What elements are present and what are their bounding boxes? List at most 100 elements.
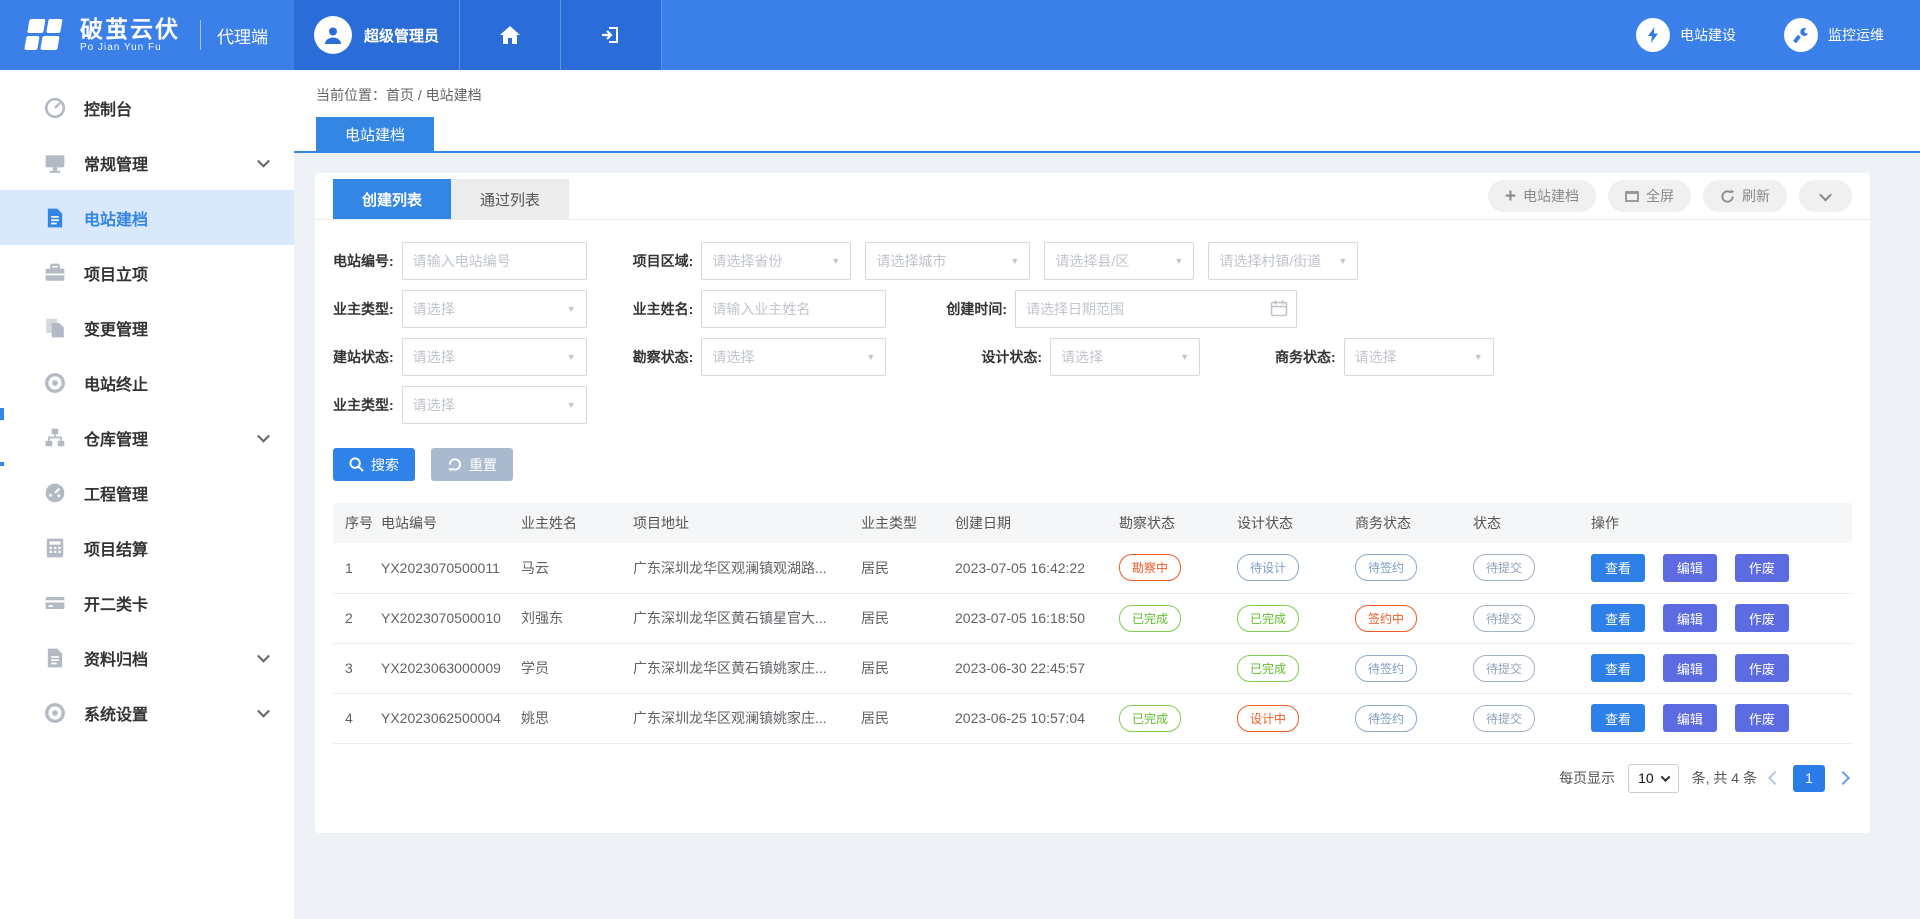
table-row: 3 YX2023063000009 学员 广东深圳龙华区黄石镇姚家庄... 居民…	[333, 643, 1852, 693]
home-button[interactable]	[460, 0, 561, 70]
plus-icon: +	[1505, 187, 1516, 206]
scroll-indicator	[0, 462, 4, 466]
sidebar-item-change-mgmt[interactable]: 变更管理	[0, 300, 294, 355]
tab-passed-list[interactable]: 通过列表	[451, 179, 569, 219]
caret-down-icon: ▼	[1180, 352, 1189, 362]
view-button[interactable]: 查看	[1591, 654, 1645, 682]
owner-type2-select[interactable]: 请选择▼	[402, 386, 587, 424]
edit-button[interactable]: 编辑	[1663, 554, 1717, 582]
status-badge: 待签约	[1355, 655, 1417, 682]
caret-down-icon: ▼	[831, 256, 840, 266]
status-badge: 待提交	[1473, 554, 1535, 581]
edit-button[interactable]: 编辑	[1663, 604, 1717, 632]
build-status-select[interactable]: 请选择▼	[402, 338, 587, 376]
card-icon	[44, 592, 66, 614]
page-1-button[interactable]: 1	[1793, 765, 1825, 792]
collapse-toolbar-button[interactable]	[1799, 180, 1852, 212]
sidebar-item-general[interactable]: 常规管理	[0, 135, 294, 190]
owner-name-input[interactable]	[701, 290, 886, 328]
city-select[interactable]: 请选择城市▼	[865, 242, 1030, 280]
county-select[interactable]: 请选择县/区▼	[1044, 242, 1194, 280]
view-button[interactable]: 查看	[1591, 554, 1645, 582]
filter-label: 创建时间:	[946, 299, 1007, 319]
filter-label: 项目区域:	[633, 251, 694, 271]
search-button[interactable]: 搜索	[333, 448, 415, 481]
business-status-select[interactable]: 请选择▼	[1344, 338, 1494, 376]
sidebar-item-system-settings[interactable]: 系统设置	[0, 685, 294, 740]
sidebar-item-card[interactable]: 开二类卡	[0, 575, 294, 630]
user-menu[interactable]: 超级管理员	[294, 0, 460, 70]
top-bar: 破茧云伏 Po Jian Yun Fu 代理端 超级管理员	[0, 0, 1920, 70]
edit-button[interactable]: 编辑	[1663, 704, 1717, 732]
nav-monitor-ops[interactable]: 监控运维	[1784, 18, 1884, 52]
edit-button[interactable]: 编辑	[1663, 654, 1717, 682]
reset-button[interactable]: 重置	[431, 448, 513, 481]
logout-icon	[600, 25, 622, 45]
chevron-down-icon	[257, 649, 270, 662]
create-time-range-input[interactable]	[1015, 290, 1297, 328]
logout-button[interactable]	[561, 0, 662, 70]
sidebar-item-warehouse[interactable]: 仓库管理	[0, 410, 294, 465]
sidebar-item-project-initiation[interactable]: 项目立项	[0, 245, 294, 300]
survey-status-select[interactable]: 请选择▼	[701, 338, 886, 376]
town-select[interactable]: 请选择村镇/街道▼	[1208, 242, 1358, 280]
view-button[interactable]: 查看	[1591, 604, 1645, 632]
prev-page-button[interactable]	[1768, 771, 1782, 785]
nav-label: 监控运维	[1828, 25, 1884, 45]
status-badge: 已完成	[1119, 705, 1181, 732]
nav-station-build[interactable]: 电站建设	[1636, 18, 1736, 52]
chevron-down-icon	[257, 429, 270, 442]
list-card: 创建列表 通过列表 + 电站建档 全屏	[315, 173, 1870, 833]
status-badge: 待提交	[1473, 605, 1535, 632]
next-page-button[interactable]	[1836, 771, 1850, 785]
monitor-icon	[44, 152, 66, 174]
brand: 破茧云伏 Po Jian Yun Fu 代理端	[0, 0, 294, 70]
gauge-icon	[44, 482, 66, 504]
sidebar-item-console[interactable]: 控制台	[0, 80, 294, 135]
void-button[interactable]: 作废	[1735, 604, 1789, 632]
sidebar-item-station-archive[interactable]: 电站建档	[0, 190, 294, 245]
status-badge: 已完成	[1237, 655, 1299, 682]
reset-icon	[447, 457, 462, 472]
fullscreen-button[interactable]: 全屏	[1608, 180, 1691, 212]
table-row: 1 YX2023070500011 马云 广东深圳龙华区观澜镇观湖路... 居民…	[333, 543, 1852, 593]
lightning-icon	[1644, 26, 1662, 44]
sidebar-item-station-terminate[interactable]: 电站终止	[0, 355, 294, 410]
void-button[interactable]: 作废	[1735, 554, 1789, 582]
wrench-icon	[1792, 26, 1810, 44]
per-page-label: 每页显示	[1559, 768, 1615, 788]
add-station-button[interactable]: + 电站建档	[1488, 180, 1596, 212]
sidebar-item-data-archive[interactable]: 资料归档	[0, 630, 294, 685]
filter-label: 业主类型:	[333, 395, 394, 415]
archive-icon	[44, 647, 66, 669]
target-icon	[44, 372, 66, 394]
void-button[interactable]: 作废	[1735, 654, 1789, 682]
station-code-input[interactable]	[402, 242, 587, 280]
calculator-icon	[44, 537, 66, 559]
sidebar-item-engineering[interactable]: 工程管理	[0, 465, 294, 520]
status-badge: 待设计	[1237, 554, 1299, 581]
list-tabs: 创建列表 通过列表	[333, 179, 569, 219]
document-icon	[44, 207, 66, 229]
per-page-select[interactable]: 10	[1628, 764, 1679, 793]
province-select[interactable]: 请选择省份▼	[701, 242, 851, 280]
pagination: 每页显示 10 条, 共 4 条 1	[315, 744, 1870, 793]
page-tab-station-archive[interactable]: 电站建档	[316, 117, 434, 151]
caret-down-icon: ▼	[1174, 256, 1183, 266]
void-button[interactable]: 作废	[1735, 704, 1789, 732]
sidebar-item-settlement[interactable]: 项目结算	[0, 520, 294, 575]
search-icon	[349, 457, 364, 472]
calendar-icon	[1270, 299, 1288, 317]
user-name: 超级管理员	[364, 25, 439, 46]
tab-create-list[interactable]: 创建列表	[333, 179, 451, 219]
owner-type-select[interactable]: 请选择▼	[402, 290, 587, 328]
refresh-button[interactable]: 刷新	[1703, 180, 1787, 212]
avatar	[314, 16, 352, 54]
sidebar: 控制台 常规管理 电站建档 项目立项 变更管理 电站终止 仓库管理	[0, 70, 294, 919]
brand-title: 破茧云伏	[80, 17, 180, 42]
copy-icon	[44, 317, 66, 339]
design-status-select[interactable]: 请选择▼	[1050, 338, 1200, 376]
view-button[interactable]: 查看	[1591, 704, 1645, 732]
table-row: 4 YX2023062500004 姚思 广东深圳龙华区观澜镇姚家庄... 居民…	[333, 693, 1852, 743]
station-table: 序号 电站编号 业主姓名 项目地址 业主类型 创建日期 勘察状态 设计状态 商务…	[333, 503, 1852, 744]
